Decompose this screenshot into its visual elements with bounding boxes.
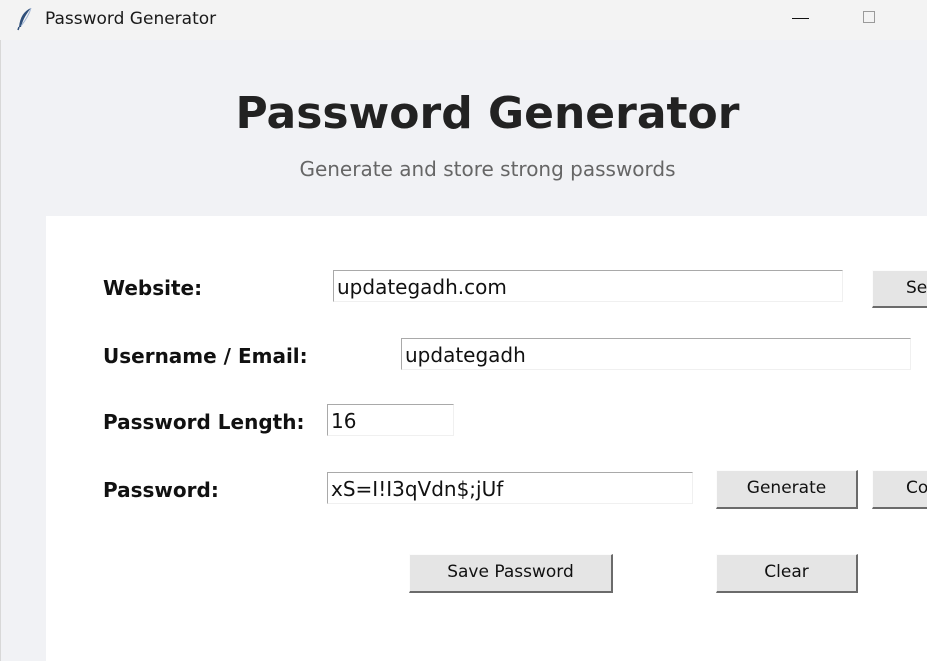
generate-button[interactable]: Generate bbox=[716, 470, 858, 509]
copy-button[interactable]: Co bbox=[872, 470, 927, 509]
feather-icon bbox=[17, 7, 32, 31]
minimize-button[interactable] bbox=[792, 18, 809, 19]
save-password-button[interactable]: Save Password bbox=[409, 554, 613, 593]
title-bar[interactable]: Password Generator bbox=[0, 0, 927, 40]
page-title: Password Generator bbox=[235, 88, 740, 139]
website-label: Website: bbox=[103, 276, 203, 300]
username-input[interactable]: updategadh bbox=[401, 338, 911, 370]
clear-button[interactable]: Clear bbox=[716, 554, 858, 593]
window-title: Password Generator bbox=[45, 9, 217, 29]
page-subtitle: Generate and store strong passwords bbox=[299, 157, 676, 181]
username-label: Username / Email: bbox=[103, 344, 308, 368]
password-label: Password: bbox=[103, 478, 219, 502]
password-length-input[interactable]: 16 bbox=[327, 404, 454, 436]
search-button[interactable]: Sea bbox=[872, 270, 927, 308]
password-length-label: Password Length: bbox=[103, 410, 305, 434]
password-input[interactable]: xS=I!I3qVdn$;jUf bbox=[327, 472, 693, 504]
maximize-button[interactable] bbox=[863, 11, 875, 23]
website-input[interactable]: updategadh.com bbox=[333, 270, 843, 302]
